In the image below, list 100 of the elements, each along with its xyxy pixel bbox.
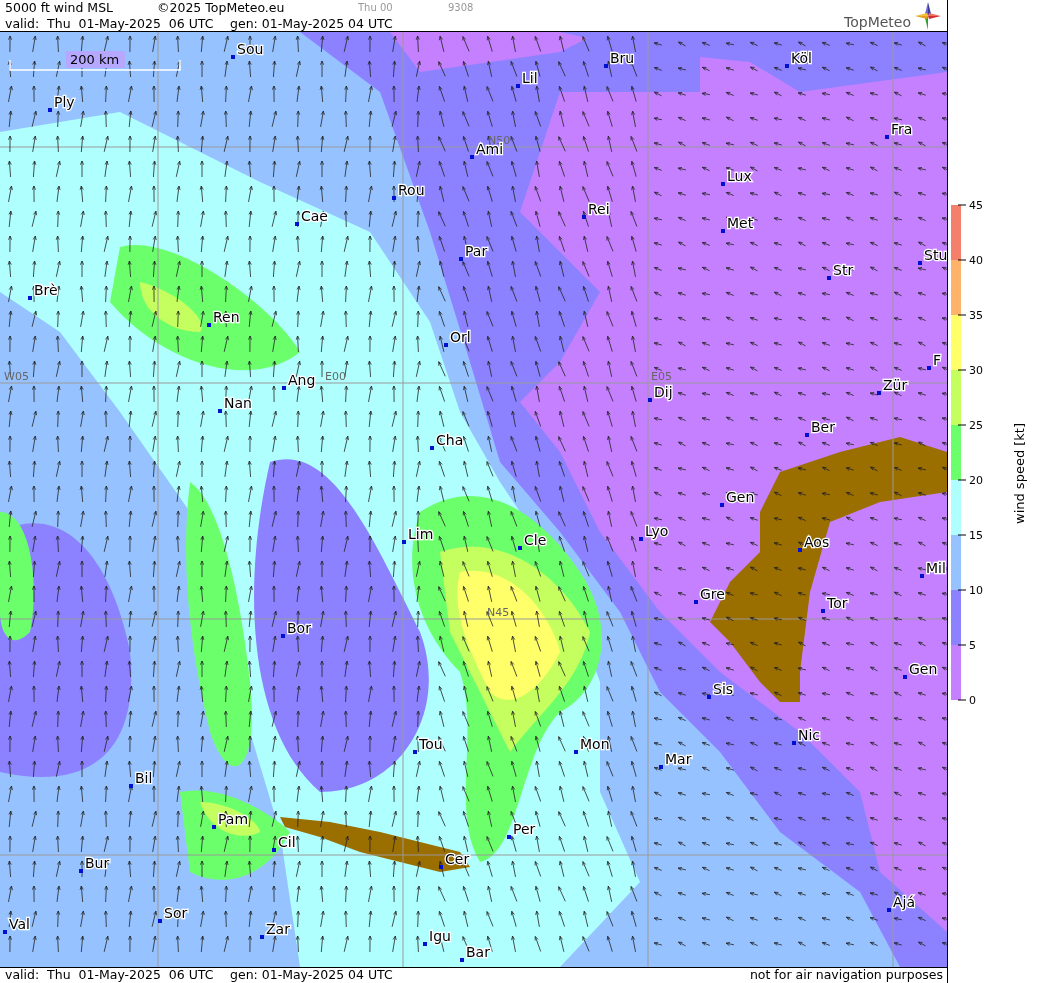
city-marker-icon bbox=[260, 935, 264, 939]
valid-time: valid: Thu 01-May-2025 06 UTC bbox=[5, 967, 214, 982]
copyright-text: ©2025 TopMeteo.eu bbox=[157, 0, 285, 15]
legend-title: wind speed [kt] bbox=[1012, 422, 1027, 524]
city-label: Nan bbox=[224, 395, 252, 411]
city-label: F bbox=[933, 352, 942, 368]
city-label: Orl bbox=[450, 329, 471, 345]
city-marker-icon bbox=[218, 409, 222, 413]
city-label: Bru bbox=[610, 50, 635, 66]
city-label: Ply bbox=[54, 94, 75, 110]
city-marker-icon bbox=[920, 574, 924, 578]
city-marker-icon bbox=[460, 958, 464, 962]
city-marker-icon bbox=[459, 257, 463, 261]
city-label: Lil bbox=[522, 70, 538, 86]
city-label: Bar bbox=[466, 944, 490, 960]
city-label: Str bbox=[833, 262, 854, 278]
city-label: Fra bbox=[891, 121, 913, 137]
city-marker-icon bbox=[582, 215, 586, 219]
grid-label: W05 bbox=[4, 370, 29, 383]
city-label: Ren bbox=[213, 309, 240, 325]
city-label: Stu bbox=[924, 247, 947, 263]
city-label: Igu bbox=[429, 928, 451, 944]
city-label: Lux bbox=[727, 168, 752, 184]
city-label: Dij bbox=[654, 384, 673, 400]
city-marker-icon bbox=[79, 869, 83, 873]
logo-text: TopMeteo bbox=[844, 13, 911, 32]
city-label: Mar bbox=[665, 751, 692, 767]
city-marker-icon bbox=[707, 695, 711, 699]
city-label: Nic bbox=[798, 727, 821, 743]
tick-label: 0 bbox=[969, 694, 976, 707]
tick-label: 20 bbox=[969, 474, 983, 487]
city-marker-icon bbox=[918, 261, 922, 265]
city-marker-icon bbox=[129, 784, 133, 788]
city-label: Tor bbox=[827, 595, 848, 611]
tick-label: 15 bbox=[969, 529, 983, 542]
city-marker-icon bbox=[877, 391, 881, 395]
city-marker-icon bbox=[518, 546, 522, 550]
city-marker-icon bbox=[659, 765, 663, 769]
city-marker-icon bbox=[827, 276, 831, 280]
city-marker-icon bbox=[158, 919, 162, 923]
city-label: Sis bbox=[713, 681, 734, 697]
city-marker-icon bbox=[439, 865, 443, 869]
grid-label: N45 bbox=[487, 606, 510, 619]
city-marker-icon bbox=[28, 296, 32, 300]
valid-time: valid: Thu 01-May-2025 06 UTC bbox=[5, 16, 214, 31]
city-marker-icon bbox=[402, 540, 406, 544]
city-marker-icon bbox=[231, 55, 235, 59]
tick-label: 45 bbox=[969, 199, 983, 212]
city-marker-icon bbox=[639, 537, 643, 541]
city-marker-icon bbox=[282, 386, 286, 390]
scale-label: 200 km bbox=[70, 52, 120, 67]
city-marker-icon bbox=[885, 135, 889, 139]
city-marker-icon bbox=[516, 84, 520, 88]
city-label: Gen bbox=[726, 489, 755, 505]
city-marker-icon bbox=[507, 835, 511, 839]
city-marker-icon bbox=[423, 942, 427, 946]
city-marker-icon bbox=[574, 750, 578, 754]
compass-star-icon bbox=[915, 2, 941, 30]
generated-time: gen: 01-May-2025 04 UTC bbox=[230, 16, 393, 31]
tick-label: 5 bbox=[969, 639, 976, 652]
city-label: Met bbox=[727, 215, 754, 231]
city-marker-icon bbox=[444, 343, 448, 347]
city-marker-icon bbox=[785, 64, 789, 68]
city-marker-icon bbox=[430, 446, 434, 450]
tick-label: 40 bbox=[969, 254, 983, 267]
city-marker-icon bbox=[604, 64, 608, 68]
city-marker-icon bbox=[721, 229, 725, 233]
city-label: Gen bbox=[909, 661, 938, 677]
city-marker-icon bbox=[392, 196, 396, 200]
city-label: Brè bbox=[34, 282, 58, 298]
city-label: Zar bbox=[266, 921, 290, 937]
city-marker-icon bbox=[295, 222, 299, 226]
city-label: Bil bbox=[135, 770, 153, 786]
grid-label: E00 bbox=[325, 370, 346, 383]
tick-label: 35 bbox=[969, 309, 983, 322]
city-label: Rou bbox=[398, 182, 425, 198]
city-label: Gre bbox=[700, 586, 725, 602]
city-label: Mon bbox=[580, 736, 610, 752]
disclaimer-text: not for air navigation purposes bbox=[749, 967, 943, 982]
city-label: Sor bbox=[164, 905, 188, 921]
city-label: Mil bbox=[926, 560, 946, 576]
city-label: Bor bbox=[287, 620, 311, 636]
city-marker-icon bbox=[721, 182, 725, 186]
map-title: 5000 ft wind MSL bbox=[5, 0, 114, 15]
city-marker-icon bbox=[720, 503, 724, 507]
city-label: Köl bbox=[791, 50, 812, 66]
code-label: 9308 bbox=[448, 2, 474, 13]
city-label: Zür bbox=[883, 377, 908, 393]
city-label: Cle bbox=[524, 532, 547, 548]
city-label: Val bbox=[9, 916, 30, 932]
city-label: Tou bbox=[419, 736, 443, 752]
city-label: Rei bbox=[588, 201, 610, 217]
city-marker-icon bbox=[212, 825, 216, 829]
city-label: Sou bbox=[237, 41, 264, 57]
city-label: Bur bbox=[85, 855, 110, 871]
city-marker-icon bbox=[821, 609, 825, 613]
city-marker-icon bbox=[927, 366, 931, 370]
city-label: Ang bbox=[288, 372, 316, 388]
city-marker-icon bbox=[887, 908, 891, 912]
city-marker-icon bbox=[207, 323, 211, 327]
